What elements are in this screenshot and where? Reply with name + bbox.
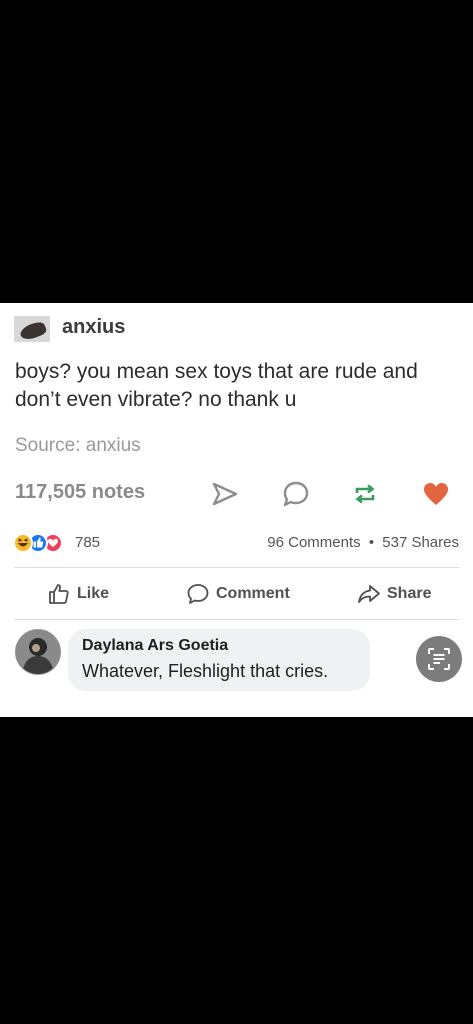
post-screenshot-card: anxius boys? you mean sex toys that are … <box>0 303 473 717</box>
reaction-stats-bar: 785 96 Comments • 537 Shares <box>0 525 473 561</box>
like-button[interactable]: Like <box>47 581 109 607</box>
post-action-bar: Like Comment Share <box>0 571 473 617</box>
comments-shares-summary: 96 Comments • 537 Shares <box>267 534 459 551</box>
reply-icon[interactable] <box>281 479 311 509</box>
comment-text: Whatever, Fleshlight that cries. <box>82 661 329 681</box>
commenter-photo <box>16 630 60 674</box>
tumblr-username[interactable]: anxius <box>62 316 125 339</box>
comment-button[interactable]: Comment <box>186 581 290 607</box>
share-arrow-icon <box>358 585 380 603</box>
tumblr-avatar[interactable] <box>14 316 50 342</box>
share-label: Share <box>387 585 432 602</box>
haha-reaction-icon <box>13 533 33 553</box>
comment-bubble-icon <box>187 584 209 604</box>
comments-count[interactable]: 96 Comments <box>267 534 360 551</box>
heart-icon[interactable] <box>421 479 451 509</box>
reaction-icons[interactable] <box>13 532 73 554</box>
thumbs-up-icon <box>49 584 69 604</box>
stats-separator: • <box>368 534 375 551</box>
comment-author[interactable]: Daylana Ars Goetia <box>82 637 228 655</box>
comment-item: Daylana Ars Goetia Whatever, Fleshlight … <box>0 629 473 709</box>
like-label: Like <box>77 585 110 602</box>
tumblr-post-text: boys? you mean sex toys that are rude an… <box>15 360 418 411</box>
share-button[interactable]: Share <box>357 581 431 607</box>
divider-bottom <box>14 619 459 620</box>
reblog-icon[interactable] <box>350 479 380 509</box>
visual-search-icon <box>428 648 450 670</box>
send-icon[interactable] <box>210 479 240 509</box>
commenter-avatar[interactable] <box>15 629 61 675</box>
comment-label: Comment <box>216 585 290 602</box>
shares-count[interactable]: 537 Shares <box>382 534 459 551</box>
tumblr-post: anxius boys? you mean sex toys that are … <box>0 303 473 518</box>
visual-search-button[interactable] <box>416 636 462 682</box>
comment-bubble: Daylana Ars Goetia Whatever, Fleshlight … <box>68 629 370 691</box>
reaction-count[interactable]: 785 <box>75 534 100 551</box>
tumblr-notes-count[interactable]: 117,505 notes <box>15 481 145 504</box>
divider-top <box>14 567 459 568</box>
tumblr-source[interactable]: Source: anxius <box>15 435 141 457</box>
